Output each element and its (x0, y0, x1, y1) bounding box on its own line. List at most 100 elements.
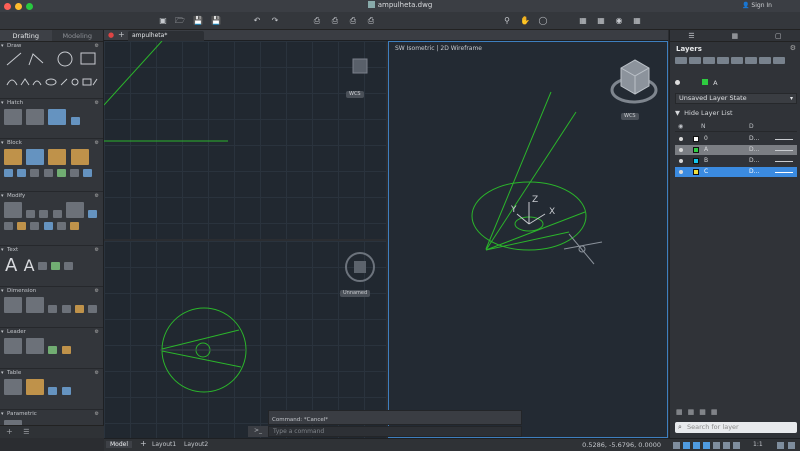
layer-row-0[interactable]: 0 D... (675, 134, 797, 144)
rotate-tool[interactable] (39, 210, 49, 218)
section-modify-header[interactable]: Modify (0, 192, 103, 200)
text-style-tool[interactable] (37, 262, 47, 270)
insert-block-tool[interactable] (4, 149, 22, 165)
layer-icon[interactable]: ▦ (596, 16, 606, 26)
copy-tool[interactable] (26, 210, 36, 218)
tab-model[interactable]: Model (106, 441, 133, 448)
dimension-tool-2[interactable] (61, 305, 71, 313)
gradient-tool[interactable] (48, 109, 67, 125)
layer-color-swatch[interactable] (693, 169, 699, 175)
snap-icon[interactable] (673, 442, 680, 449)
tab-drafting[interactable]: Drafting (0, 30, 52, 41)
new-drawing-tab-button[interactable]: + (118, 30, 125, 39)
match-properties-icon[interactable]: ▦ (578, 16, 588, 26)
array-tool[interactable] (43, 222, 53, 230)
block-tool-4[interactable] (43, 169, 53, 177)
current-layer-dropdown[interactable]: A (675, 78, 797, 88)
section-parametric-header[interactable]: Parametric (0, 410, 103, 418)
extract-data-tool[interactable] (48, 387, 58, 395)
remove-leader-tool[interactable] (61, 346, 71, 354)
ucs-chip[interactable]: Unnamed (340, 290, 371, 297)
sign-in-button[interactable]: Sign In (742, 2, 772, 9)
layer-tool-icon-8[interactable] (773, 57, 785, 64)
stretch-tool[interactable] (4, 222, 13, 230)
scale-readout[interactable]: 1:1 (753, 441, 763, 448)
redo-icon[interactable]: ↷ (270, 16, 280, 26)
section-dimension-header[interactable]: Dimension (0, 287, 103, 295)
export-icon[interactable]: ⎙ (366, 16, 376, 26)
polar-icon[interactable] (693, 442, 700, 449)
create-block-tool[interactable] (26, 149, 45, 165)
annotation-icon[interactable] (733, 442, 740, 449)
drawing-tab-ampulheta[interactable]: ampulheta* (128, 31, 204, 41)
layer-color-swatch[interactable] (693, 136, 699, 142)
add-layout-button[interactable]: + (140, 439, 147, 448)
wcs-chip-right[interactable]: WCS (621, 113, 639, 120)
save-icon[interactable]: 💾 (193, 16, 203, 26)
layer-tool-icon-3[interactable] (703, 57, 715, 64)
undo-icon[interactable]: ↶ (252, 16, 262, 26)
viewport-right-isometric[interactable]: SW Isometric | 2D Wireframe Y Z X WCS (388, 41, 668, 438)
trim-tool[interactable] (65, 202, 84, 218)
viewport-top-left[interactable]: WCS (104, 41, 386, 239)
lineweight-icon[interactable] (723, 442, 730, 449)
dimension-tool-3[interactable] (74, 305, 84, 313)
section-hatch-header[interactable]: Hatch (0, 99, 103, 107)
multiline-text-icon[interactable]: A (5, 255, 17, 276)
workspace-icon[interactable] (777, 442, 784, 449)
aligned-dimension-tool[interactable] (26, 297, 45, 313)
region-tool[interactable] (70, 117, 80, 125)
edit-block-tool[interactable] (48, 149, 67, 165)
tab-modeling[interactable]: Modeling (52, 30, 104, 41)
section-text-header[interactable]: Text (0, 246, 103, 254)
visibility-icon[interactable] (679, 148, 683, 152)
name-column-header[interactable]: N (701, 122, 706, 132)
block-tool-7[interactable] (83, 169, 93, 177)
table-tool[interactable] (4, 379, 22, 395)
layer-row-b[interactable]: B D... (675, 156, 797, 166)
section-block-header[interactable]: Block (0, 139, 103, 147)
move-tool[interactable] (4, 202, 22, 218)
tab-layout2[interactable]: Layout2 (184, 441, 208, 448)
open-icon[interactable]: 🗁 (175, 16, 185, 26)
command-input[interactable]: Type a command (268, 426, 522, 437)
explode-tool[interactable] (56, 222, 66, 230)
section-draw-header[interactable]: Draw (0, 42, 103, 50)
visibility-column-icon[interactable]: ◉ (678, 122, 683, 132)
render-icon[interactable]: ◉ (614, 16, 624, 26)
dimension-tool-1[interactable] (48, 305, 58, 313)
layers-settings-icon[interactable]: ⚙ (790, 44, 796, 52)
description-column-header[interactable]: D (749, 122, 754, 132)
pan-icon[interactable]: ✋ (520, 16, 530, 26)
print-icon[interactable]: ⎙ (312, 16, 322, 26)
new-icon[interactable]: ▣ (158, 16, 168, 26)
close-drawing-icon[interactable]: ● (108, 31, 114, 39)
layer-color-swatch[interactable] (693, 147, 699, 153)
layer-state-select[interactable]: Unsaved Layer State (675, 93, 797, 104)
block-tool-1[interactable] (4, 169, 13, 177)
offset-tool[interactable] (30, 222, 40, 230)
tab-layout1[interactable]: Layout1 (152, 441, 176, 448)
publish-icon[interactable]: ⎙ (348, 16, 358, 26)
table-style-tool[interactable] (26, 379, 45, 395)
layer-tool-icon-7[interactable] (759, 57, 771, 64)
spell-check-tool[interactable] (50, 262, 60, 270)
leader-tool[interactable] (26, 338, 45, 354)
layers-tab-icon[interactable]: ☰ (688, 32, 694, 40)
osnap-icon[interactable] (703, 442, 710, 449)
layer-color-swatch[interactable] (693, 158, 699, 164)
layer-tool-icon-2[interactable] (689, 57, 701, 64)
find-text-tool[interactable] (64, 262, 74, 270)
ortho-icon[interactable] (683, 442, 690, 449)
boundary-tool[interactable] (26, 109, 45, 125)
layer-tool-icon-6[interactable] (745, 57, 757, 64)
block-tool-5[interactable] (56, 169, 66, 177)
new-layer-icon[interactable] (675, 57, 687, 64)
single-line-text-icon[interactable]: A (24, 256, 35, 275)
mirror-tool[interactable] (52, 210, 62, 218)
orbit-icon[interactable]: ◯ (538, 16, 548, 26)
visibility-icon[interactable] (679, 137, 683, 141)
layer-tool-icon-5[interactable] (731, 57, 743, 64)
draw-tools[interactable] (3, 51, 101, 97)
add-icon[interactable]: + (6, 427, 13, 436)
